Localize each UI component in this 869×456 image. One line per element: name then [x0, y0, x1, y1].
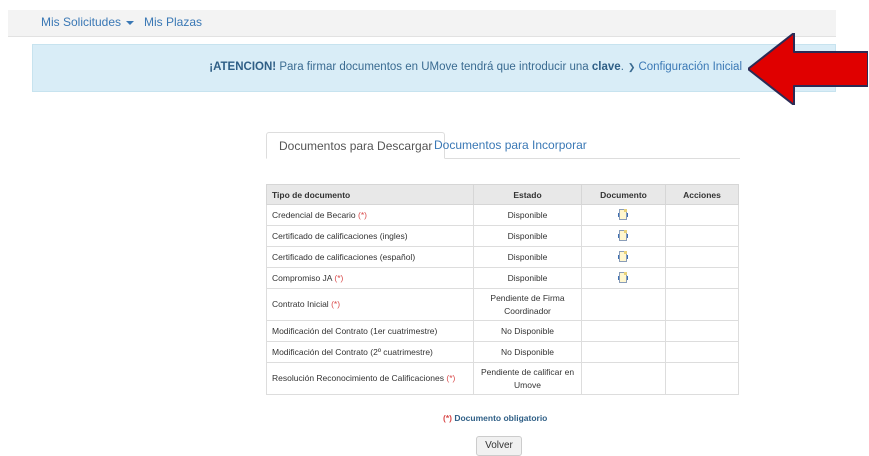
caret-down-icon[interactable] [126, 20, 135, 25]
document-icon[interactable] [618, 209, 629, 221]
cell-documento [581, 246, 666, 268]
cell-acciones [665, 362, 739, 395]
required-note: (*) Documento obligatorio [443, 413, 547, 423]
cell-tipo: Credencial de Becario (*) [266, 204, 474, 226]
table-row: Compromiso JA (*) Disponible [266, 267, 739, 289]
note-marker: (*) [443, 413, 452, 423]
documents-table: Tipo de documento Estado Documento Accio… [266, 184, 739, 395]
alert-period: . [620, 61, 624, 73]
document-tabs: Documentos para Descargar Documentos par… [266, 132, 740, 159]
table-row: Certificado de calificaciones (español) … [266, 246, 739, 268]
table-row: Certificado de calificaciones (ingles) D… [266, 225, 739, 247]
nav-mis-solicitudes[interactable]: Mis Solicitudes [41, 15, 135, 29]
cell-estado: Pendiente de calificar en Umove [473, 362, 582, 395]
cell-acciones [665, 246, 739, 268]
table-row: Credencial de Becario (*) Disponible [266, 204, 739, 226]
cell-estado: No Disponible [473, 320, 582, 342]
required-marker: (*) [358, 210, 367, 220]
alert-text: Para firmar documentos en UMove tendrá q… [276, 61, 592, 73]
table-row: Contrato Inicial (*) Pendiente de Firma … [266, 288, 739, 321]
cell-documento [581, 204, 666, 226]
document-icon[interactable] [618, 251, 629, 263]
cell-estado: Disponible [473, 204, 582, 226]
tipo-label: Modificación del Contrato (2º cuatrimest… [272, 347, 433, 357]
configuracion-inicial-link[interactable]: Configuración Inicial [638, 61, 742, 73]
tipo-label: Credencial de Becario [272, 210, 356, 220]
cell-acciones [665, 204, 739, 226]
nav-mis-solicitudes-label[interactable]: Mis Solicitudes [41, 15, 121, 29]
table-row: Modificación del Contrato (2º cuatrimest… [266, 341, 739, 363]
cell-estado: Pendiente de Firma Coordinador [473, 288, 582, 321]
alert-message: ¡ATENCION! Para firmar documentos en UMo… [209, 61, 742, 73]
tab-documentos-descargar[interactable]: Documentos para Descargar [266, 132, 446, 159]
tipo-label: Certificado de calificaciones (español) [272, 252, 416, 262]
attention-alert: ¡ATENCION! Para firmar documentos en UMo… [32, 44, 836, 92]
tipo-label: Contrato Inicial [272, 299, 329, 309]
cell-tipo: Certificado de calificaciones (ingles) [266, 225, 474, 247]
cell-acciones [665, 320, 739, 342]
header-acciones: Acciones [665, 184, 739, 205]
required-marker: (*) [331, 299, 341, 309]
cell-estado: Disponible [473, 225, 582, 247]
cell-documento [581, 225, 666, 247]
tipo-label: Modificación del Contrato (1er cuatrimes… [272, 326, 438, 336]
cell-acciones [665, 267, 739, 289]
required-marker: (*) [446, 373, 456, 383]
cell-documento [581, 288, 666, 321]
table-row: Modificación del Contrato (1er cuatrimes… [266, 320, 739, 342]
cell-tipo: Certificado de calificaciones (español) [266, 246, 474, 268]
tipo-label: Resolución Reconocimiento de Calificacio… [272, 373, 444, 383]
cell-estado: Disponible [473, 246, 582, 268]
cell-tipo: Modificación del Contrato (1er cuatrimes… [266, 320, 474, 342]
header-tipo: Tipo de documento [266, 184, 474, 205]
top-navbar: Mis Solicitudes Mis Plazas [8, 10, 836, 37]
alert-strong: ¡ATENCION! [209, 61, 277, 73]
red-arrow-annotation [748, 33, 868, 105]
document-icon[interactable] [618, 272, 629, 284]
chevron-down-icon[interactable]: ❯ [628, 62, 636, 72]
cell-documento [581, 362, 666, 395]
cell-tipo: Resolución Reconocimiento de Calificacio… [266, 362, 474, 395]
alert-keyword: clave [591, 61, 621, 73]
volver-button[interactable]: Volver [476, 436, 522, 456]
tipo-label: Compromiso JA [272, 273, 332, 283]
cell-estado: No Disponible [473, 341, 582, 363]
tab-documentos-incorporar[interactable]: Documentos para Incorporar [422, 132, 599, 158]
cell-acciones [665, 225, 739, 247]
cell-documento [581, 267, 666, 289]
cell-acciones [665, 341, 739, 363]
header-estado: Estado [473, 184, 582, 205]
note-text: Documento obligatorio [451, 413, 548, 423]
cell-tipo: Contrato Inicial (*) [266, 288, 474, 321]
cell-documento [581, 320, 666, 342]
required-marker: (*) [334, 273, 344, 283]
table-row: Resolución Reconocimiento de Calificacio… [266, 362, 739, 395]
table-header-row: Tipo de documento Estado Documento Accio… [266, 184, 739, 205]
cell-tipo: Compromiso JA (*) [266, 267, 474, 289]
cell-estado: Disponible [473, 267, 582, 289]
header-documento: Documento [581, 184, 666, 205]
nav-mis-plazas[interactable]: Mis Plazas [144, 15, 202, 29]
cell-tipo: Modificación del Contrato (2º cuatrimest… [266, 341, 474, 363]
cell-acciones [665, 288, 739, 321]
tipo-label: Certificado de calificaciones (ingles) [272, 231, 408, 241]
cell-documento [581, 341, 666, 363]
document-icon[interactable] [618, 230, 629, 242]
